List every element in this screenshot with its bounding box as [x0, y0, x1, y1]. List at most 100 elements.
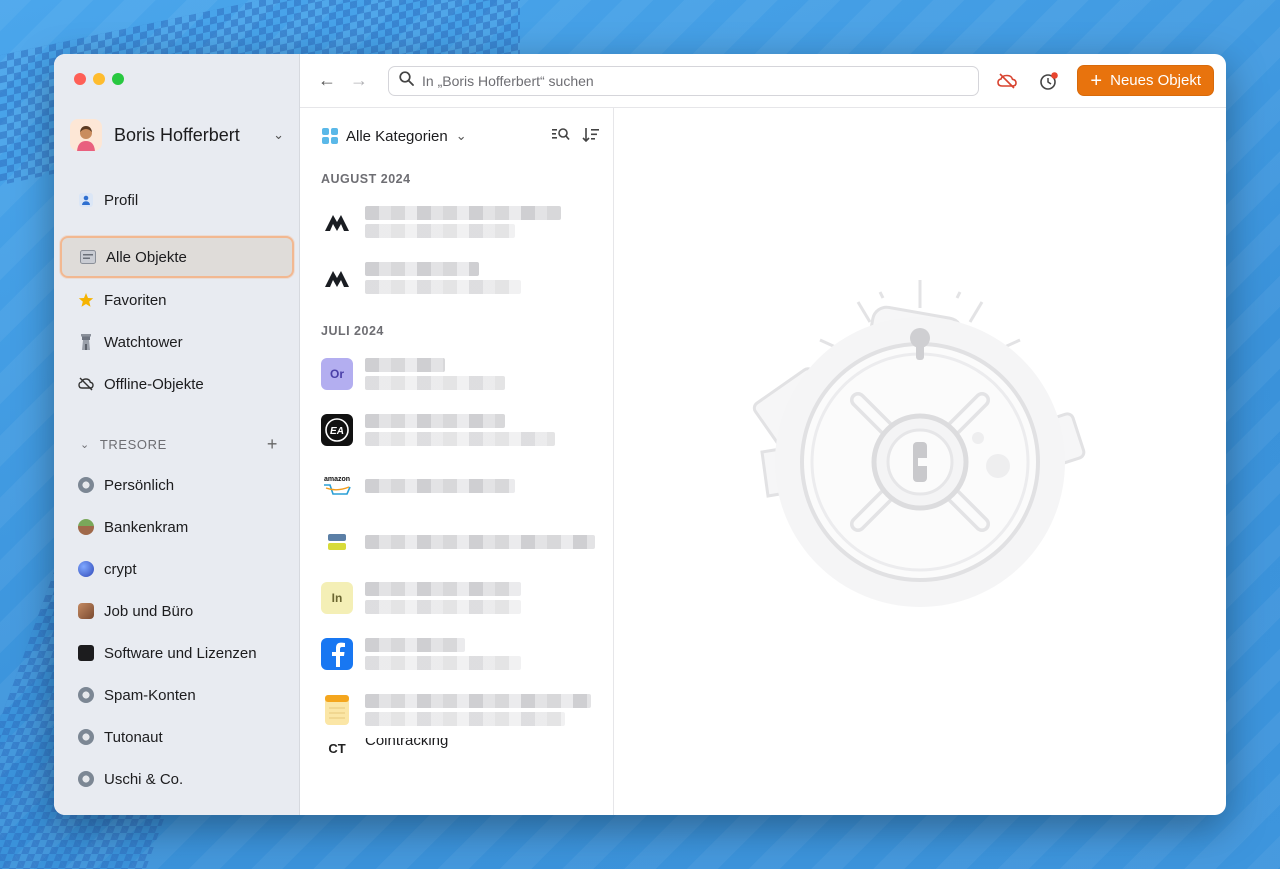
chevron-down-icon: ⌄: [80, 439, 90, 451]
add-vault-button[interactable]: +: [267, 434, 278, 455]
amazon-logo-icon: amazon: [321, 470, 353, 502]
vault-icon: [78, 729, 94, 745]
redacted-title: [365, 694, 591, 726]
list-item[interactable]: In: [300, 570, 613, 626]
sidebar-vault-personal[interactable]: Persönlich: [60, 464, 294, 506]
plus-icon: +: [1090, 69, 1103, 92]
redacted-title: [365, 206, 561, 238]
vault-icon: [78, 645, 94, 661]
list-item[interactable]: EA: [300, 402, 613, 458]
avatar: [70, 119, 102, 151]
sidebar-item-label: Uschi & Co.: [104, 770, 184, 788]
maximize-window-button[interactable]: [112, 73, 124, 85]
list-item[interactable]: [300, 194, 613, 250]
initials-icon: In: [321, 582, 353, 614]
search-input[interactable]: [422, 72, 979, 89]
notes-icon: [321, 694, 353, 726]
main-area: ← → + Neues Objekt: [300, 54, 1226, 815]
redacted-title: [365, 414, 555, 446]
back-arrow-icon[interactable]: ←: [318, 70, 336, 91]
content-area: Alle Kategorien ⌄ AUGUST 2024 JULI 2024 …: [300, 108, 1226, 815]
sidebar-vault-spam[interactable]: Spam-Konten: [60, 674, 294, 716]
list-item[interactable]: Or: [300, 346, 613, 402]
toolbar: ← → + Neues Objekt: [300, 54, 1226, 108]
sidebar-item-all-items[interactable]: Alle Objekte: [60, 236, 294, 278]
account-name: Boris Hofferbert: [114, 124, 240, 145]
vault-icon: [78, 477, 94, 493]
redacted-title: [365, 535, 595, 549]
svg-text:EA: EA: [330, 426, 344, 437]
sidebar-vault-software[interactable]: Software und Lizenzen: [60, 632, 294, 674]
star-icon: [78, 292, 94, 308]
vault-icon: [78, 687, 94, 703]
vaults-section-header[interactable]: ⌄ TRESORE +: [80, 434, 278, 455]
redacted-title: [365, 479, 515, 493]
vault-icon: [78, 771, 94, 787]
redacted-title: [365, 638, 521, 670]
detail-pane: [614, 108, 1226, 815]
new-item-label: Neues Objekt: [1110, 72, 1201, 89]
app-window: Boris Hofferbert ⌄ Profil Alle Objekte F…: [54, 54, 1226, 815]
sidebar-item-watchtower[interactable]: Watchtower: [60, 321, 294, 363]
person-icon: [78, 192, 94, 208]
card-logo-icon: [321, 526, 353, 558]
sidebar-vault-uschi[interactable]: Uschi & Co.: [60, 758, 294, 800]
item-title: Cointracking: [365, 738, 449, 749]
sidebar: Boris Hofferbert ⌄ Profil Alle Objekte F…: [54, 54, 300, 815]
search-icon: [399, 70, 414, 91]
new-item-button[interactable]: + Neues Objekt: [1077, 65, 1214, 96]
filter-search-icon[interactable]: [552, 127, 570, 146]
forward-arrow-icon[interactable]: →: [350, 70, 368, 91]
sidebar-item-label: Alle Objekte: [106, 248, 187, 266]
sidebar-item-label: Profil: [104, 191, 139, 209]
sidebar-item-label: Offline-Objekte: [104, 375, 204, 393]
sidebar-vault-crypt[interactable]: crypt: [60, 548, 294, 590]
sidebar-vault-job[interactable]: Job und Büro: [60, 590, 294, 632]
offline-sync-icon[interactable]: [993, 67, 1021, 95]
sidebar-item-label: Tutonaut: [104, 728, 163, 746]
all-items-icon: [80, 249, 96, 265]
list-item[interactable]: [300, 626, 613, 682]
vault-icon: [78, 519, 94, 535]
window-controls: [74, 73, 124, 85]
list-header: Alle Kategorien ⌄: [300, 108, 613, 164]
redacted-title: [365, 582, 521, 614]
sidebar-item-label: Watchtower: [104, 333, 183, 351]
item-list: Alle Kategorien ⌄ AUGUST 2024 JULI 2024 …: [300, 108, 614, 815]
sidebar-item-favorites[interactable]: Favoriten: [60, 279, 294, 321]
facebook-logo-icon: [321, 638, 353, 670]
category-selector[interactable]: Alle Kategorien: [346, 128, 448, 145]
sort-icon[interactable]: [582, 127, 599, 146]
redacted-title: [365, 358, 505, 390]
close-window-button[interactable]: [74, 73, 86, 85]
vault-icon: [78, 603, 94, 619]
list-item[interactable]: CT Cointracking: [300, 738, 613, 768]
sidebar-item-offline[interactable]: Offline-Objekte: [60, 363, 294, 405]
cointracking-logo-icon: CT: [328, 740, 346, 756]
vault-illustration: [752, 279, 1086, 607]
sidebar-vault-bankenkram[interactable]: Bankenkram: [60, 506, 294, 548]
list-item[interactable]: [300, 250, 613, 306]
sidebar-item-label: Job und Büro: [104, 602, 194, 620]
offline-icon: [78, 376, 94, 392]
watchtower-alert-icon[interactable]: [1035, 67, 1063, 95]
sidebar-item-label: Software und Lizenzen: [104, 644, 257, 662]
sidebar-item-label: Favoriten: [104, 291, 167, 309]
list-item[interactable]: [300, 514, 613, 570]
amazon-logo-text: amazon: [323, 475, 351, 483]
vault-icon: [78, 561, 94, 577]
ea-logo-icon: EA: [321, 414, 353, 446]
account-switcher[interactable]: Boris Hofferbert ⌄: [70, 118, 284, 152]
minimize-window-button[interactable]: [93, 73, 105, 85]
list-item[interactable]: amazon: [300, 458, 613, 514]
chevron-down-icon[interactable]: ⌄: [456, 128, 467, 144]
sidebar-vault-tutonaut[interactable]: Tutonaut: [60, 716, 294, 758]
vaults-title: TRESORE: [99, 437, 167, 452]
month-header: AUGUST 2024: [321, 172, 411, 186]
redacted-title: [365, 262, 521, 294]
categories-icon: [322, 128, 338, 144]
search-bar[interactable]: [388, 65, 980, 96]
chevron-down-icon: ⌄: [273, 127, 284, 142]
sidebar-item-profile[interactable]: Profil: [60, 179, 294, 221]
list-item[interactable]: [300, 682, 613, 738]
